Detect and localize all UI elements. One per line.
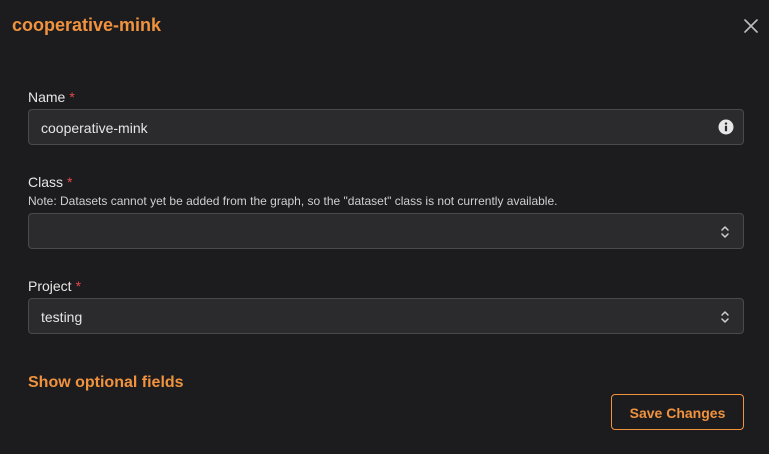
required-marker: *	[67, 174, 73, 190]
edit-node-dialog: cooperative-mink Name * cooperative-mink …	[0, 0, 769, 454]
class-label-text: Class	[28, 174, 64, 190]
close-button[interactable]	[741, 16, 761, 36]
class-label: Class *	[28, 173, 72, 191]
chevrons-up-down-icon	[721, 311, 729, 323]
class-note: Note: Datasets cannot yet be added from …	[28, 194, 558, 208]
project-select-value: testing	[41, 309, 83, 325]
close-icon	[744, 19, 758, 33]
required-marker: *	[75, 278, 82, 294]
info-icon[interactable]	[718, 119, 734, 135]
project-label: Project *	[28, 277, 81, 295]
required-marker: *	[69, 89, 75, 105]
save-changes-button[interactable]: Save Changes	[611, 394, 744, 430]
show-optional-fields-link[interactable]: Show optional fields	[28, 373, 184, 393]
name-input[interactable]: cooperative-mink	[28, 109, 744, 145]
chevrons-up-down-icon	[721, 226, 729, 238]
project-select[interactable]: testing	[28, 298, 744, 334]
name-input-value: cooperative-mink	[41, 120, 148, 136]
project-label-text: Project	[28, 278, 72, 294]
dialog-title: cooperative-mink	[12, 15, 162, 35]
class-select[interactable]	[28, 213, 744, 249]
name-label-text: Name	[28, 89, 66, 105]
name-label: Name *	[28, 88, 75, 106]
